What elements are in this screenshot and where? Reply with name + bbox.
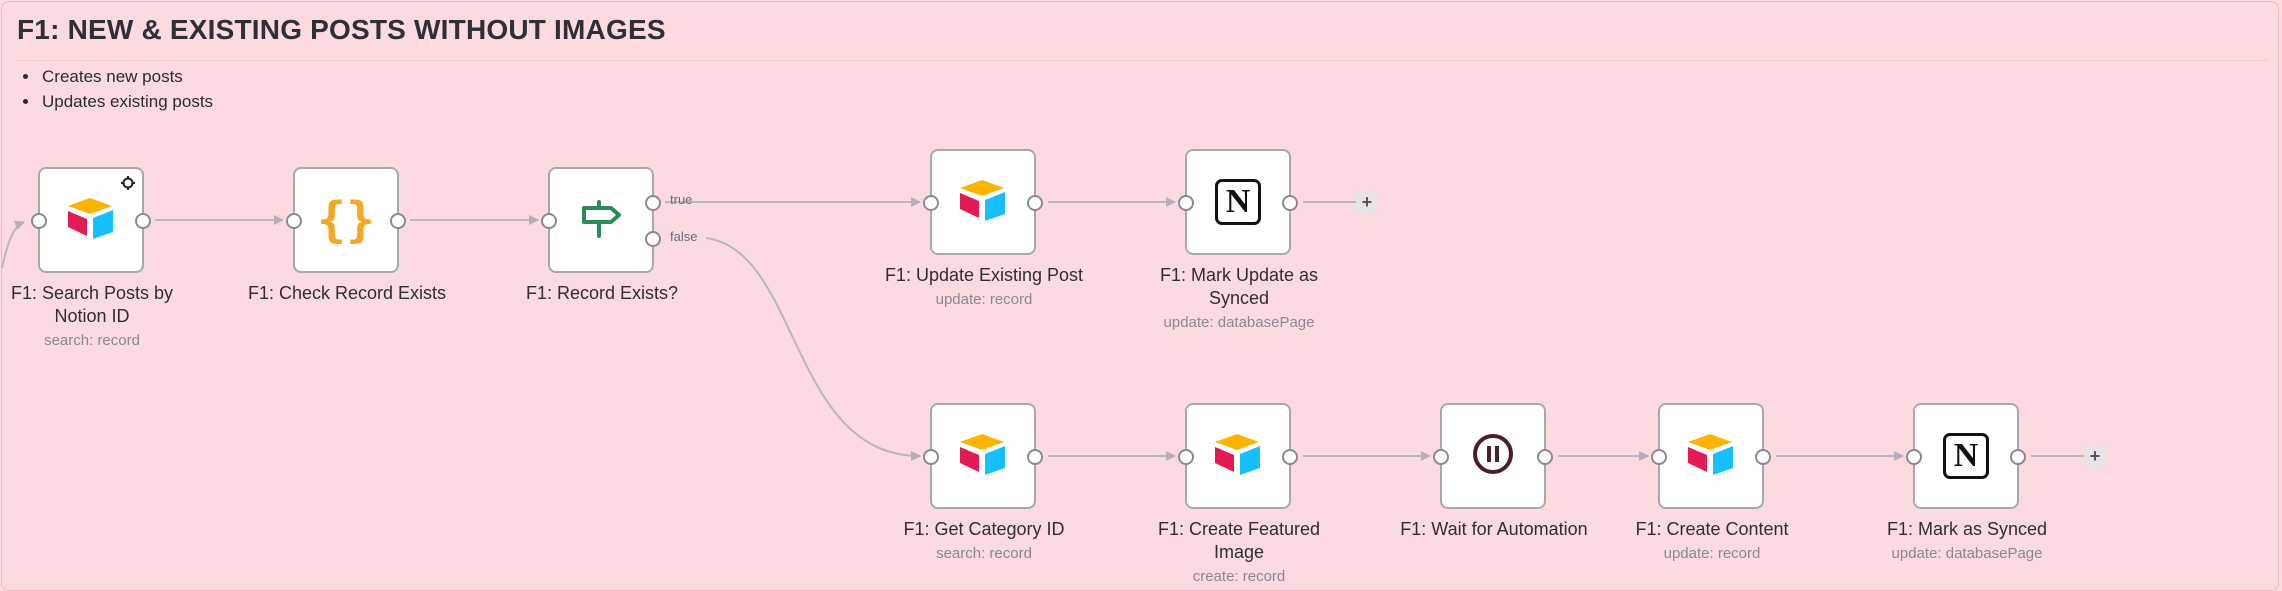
input-port[interactable]: [1178, 449, 1194, 465]
input-port[interactable]: [286, 213, 302, 229]
notion-icon: N: [1943, 433, 1989, 479]
node-subtitle: update: record: [1663, 545, 1761, 562]
output-port[interactable]: [1537, 449, 1553, 465]
add-node-button[interactable]: +: [2084, 445, 2106, 467]
node-subtitle: update: record: [935, 291, 1033, 308]
airtable-icon: [66, 196, 116, 245]
node-label: F1: Record Exists?: [525, 283, 679, 303]
node-label: F1: Mark Update as Synced: [1159, 265, 1319, 308]
output-port[interactable]: [1282, 195, 1298, 211]
wire-incoming[interactable]: [1, 220, 25, 269]
output-port[interactable]: [390, 213, 406, 229]
airtable-icon: [958, 178, 1008, 227]
node-get-category-id[interactable]: [923, 403, 1043, 509]
node-search-posts[interactable]: [31, 167, 151, 273]
pause-icon: [1471, 432, 1515, 481]
node-subtitle: create: record: [1192, 568, 1286, 585]
input-port[interactable]: [1178, 195, 1194, 211]
node-subtitle: update: databasePage: [1891, 545, 2043, 562]
port-label-true: true: [670, 192, 693, 207]
focus-icon[interactable]: [120, 175, 136, 196]
output-port[interactable]: [135, 213, 151, 229]
node-create-featured-image[interactable]: [1178, 403, 1298, 509]
add-node-button[interactable]: +: [1356, 191, 1378, 213]
output-port[interactable]: [1755, 449, 1771, 465]
node-label: F1: Update Existing Post: [884, 265, 1084, 285]
airtable-icon: [1213, 432, 1263, 481]
port-label-false: false: [670, 229, 698, 244]
airtable-icon: [1686, 432, 1736, 481]
node-label: F1: Create Content: [1635, 519, 1789, 539]
node-create-content[interactable]: [1651, 403, 1771, 509]
input-port[interactable]: [31, 213, 47, 229]
node-label: F1: Search Posts by Notion ID: [10, 283, 174, 326]
node-mark-update-synced[interactable]: N: [1178, 149, 1298, 255]
node-label: F1: Mark as Synced: [1886, 519, 2048, 539]
node-label: F1: Get Category ID: [903, 519, 1065, 539]
airtable-icon: [958, 432, 1008, 481]
output-port-false[interactable]: [645, 231, 661, 247]
node-record-exists-if[interactable]: [541, 167, 661, 273]
output-port-true[interactable]: [645, 195, 661, 211]
output-port[interactable]: [2010, 449, 2026, 465]
output-port[interactable]: [1027, 195, 1043, 211]
code-braces-icon: {}: [317, 192, 375, 248]
input-port[interactable]: [1651, 449, 1667, 465]
input-port[interactable]: [923, 449, 939, 465]
node-mark-as-synced[interactable]: N: [1906, 403, 2026, 509]
output-port[interactable]: [1027, 449, 1043, 465]
notion-icon: N: [1215, 179, 1261, 225]
signpost-icon: [579, 198, 623, 243]
node-label: F1: Create Featured Image: [1157, 519, 1321, 562]
input-port[interactable]: [923, 195, 939, 211]
node-wait-for-automation[interactable]: [1433, 403, 1553, 509]
input-port[interactable]: [541, 213, 557, 229]
input-port[interactable]: [1433, 449, 1449, 465]
node-label: F1: Wait for Automation: [1400, 519, 1588, 539]
input-port[interactable]: [1906, 449, 1922, 465]
output-port[interactable]: [1282, 449, 1298, 465]
workflow-canvas[interactable]: F1: NEW & EXISTING POSTS WITHOUT IMAGES …: [0, 0, 2282, 591]
node-subtitle: search: record: [936, 545, 1032, 562]
node-label: F1: Check Record Exists: [247, 283, 447, 303]
node-update-existing-post[interactable]: [923, 149, 1043, 255]
node-subtitle: search: record: [44, 332, 140, 349]
node-check-record-exists[interactable]: {}: [286, 167, 406, 273]
node-subtitle: update: databasePage: [1163, 314, 1315, 331]
